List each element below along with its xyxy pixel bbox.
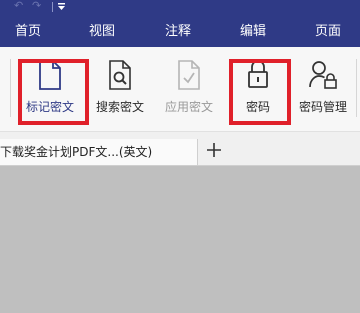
redo-icon[interactable]: ↷	[32, 0, 41, 14]
document-tab-bar: 下载奖金计划PDF文...(英文)	[0, 132, 360, 166]
title-bar: ↶ ↷	[0, 0, 360, 16]
quick-access-divider	[52, 2, 53, 12]
menu-view[interactable]: 视图	[74, 16, 130, 47]
document-canvas	[0, 166, 360, 313]
search-redaction-label: 搜索密文	[95, 100, 144, 114]
menu-annotate[interactable]: 注释	[150, 16, 206, 47]
customize-quick-access-icon[interactable]	[58, 2, 65, 12]
document-check-icon	[158, 59, 220, 93]
document-icon	[19, 59, 81, 93]
lock-icon	[228, 59, 288, 93]
ribbon-divider	[356, 59, 357, 117]
document-tab[interactable]: 下载奖金计划PDF文...(英文)	[0, 139, 198, 165]
search-redaction-button[interactable]: 搜索密文	[89, 59, 151, 121]
document-tab-title: 下载奖金计划PDF文...(英文)	[0, 145, 153, 159]
menu-bar: 首页 视图 注释 编辑 页面	[0, 16, 360, 47]
password-manage-label: 密码管理	[298, 100, 347, 114]
apply-redaction-label: 应用密文	[164, 100, 213, 114]
menu-page[interactable]: 页面	[300, 16, 356, 47]
password-button[interactable]: 密码	[228, 59, 288, 121]
plus-icon[interactable]	[205, 141, 223, 159]
mark-redaction-button[interactable]: 标记密文	[19, 59, 81, 121]
document-search-icon	[89, 59, 151, 93]
menu-edit[interactable]: 编辑	[225, 16, 281, 47]
mark-redaction-label: 标记密文	[25, 100, 74, 114]
apply-redaction-button[interactable]: 应用密文	[158, 59, 220, 121]
menu-home[interactable]: 首页	[0, 16, 56, 47]
user-lock-icon	[295, 59, 351, 93]
password-label: 密码	[245, 100, 270, 114]
password-manage-button[interactable]: 密码管理	[295, 59, 351, 121]
ribbon-toolbar: 标记密文 搜索密文 应用密文 密码 密码管理	[0, 47, 360, 132]
undo-icon[interactable]: ↶	[14, 0, 23, 14]
